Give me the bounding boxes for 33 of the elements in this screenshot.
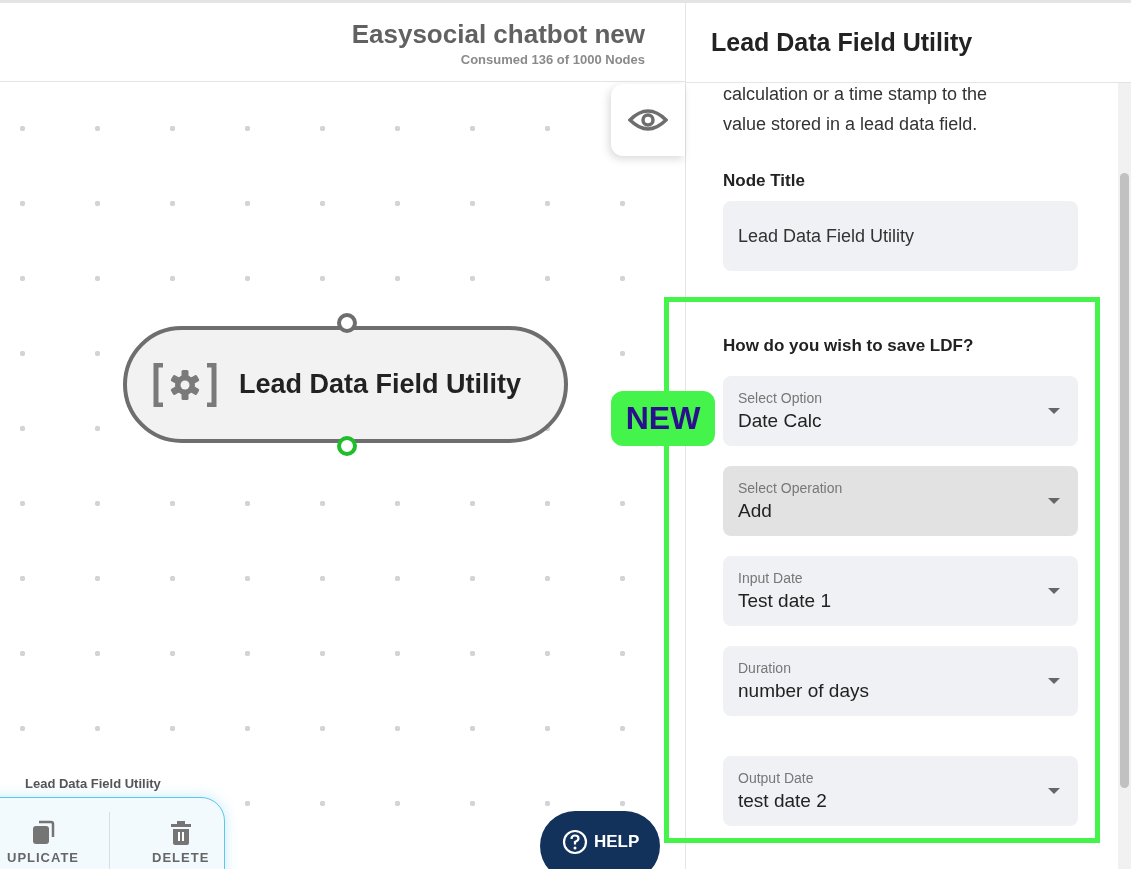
section-heading: How do you wish to save LDF? (723, 336, 975, 356)
caret-icon (1048, 408, 1060, 414)
dropdown-field[interactable]: Input Date Test date 1 (723, 556, 1078, 626)
bot-title: Easysocial chatbot new (351, 19, 645, 50)
input-field[interactable]: Lead Data Field Utility (723, 201, 1078, 271)
scrollbar[interactable] (1118, 83, 1131, 869)
toolbar-label: Lead Data Field Utility (25, 776, 161, 791)
panel-title: Lead Data Field Utility (711, 28, 973, 57)
gear-icon (153, 362, 217, 407)
node-title: Lead Data Field Utility (239, 369, 522, 400)
preview-button[interactable] (611, 84, 685, 156)
output-port[interactable] (337, 436, 357, 456)
dropdown-field[interactable]: Output Date test date 2 (723, 756, 1078, 826)
dropdown-field[interactable]: Duration number of days (723, 646, 1078, 716)
node-usage: Consumed 136 of 1000 Nodes (460, 52, 645, 67)
caret-icon (1048, 498, 1060, 504)
duplicate-button[interactable]: UPLICATE (0, 812, 94, 865)
delete-button[interactable]: DELETE (126, 812, 224, 865)
dropdown-field[interactable]: Select Operation Add (723, 466, 1078, 536)
flow-node[interactable]: Lead Data Field Utility (123, 326, 568, 443)
question-icon (562, 829, 588, 855)
copy-icon (31, 820, 55, 846)
new-badge: NEW (611, 391, 715, 446)
caret-icon (1048, 678, 1060, 684)
eye-icon (628, 108, 668, 132)
help-button[interactable]: HELP (540, 811, 660, 869)
caret-icon (1048, 788, 1060, 794)
trash-icon (169, 820, 192, 846)
description-text: calculation or a time stamp to the value stored in a lead data field. (723, 83, 989, 136)
dropdown-field[interactable]: Select Option Date Calc (723, 376, 1078, 446)
field-label: Node Title (723, 171, 806, 191)
caret-icon (1048, 588, 1060, 594)
input-port[interactable] (337, 313, 357, 333)
